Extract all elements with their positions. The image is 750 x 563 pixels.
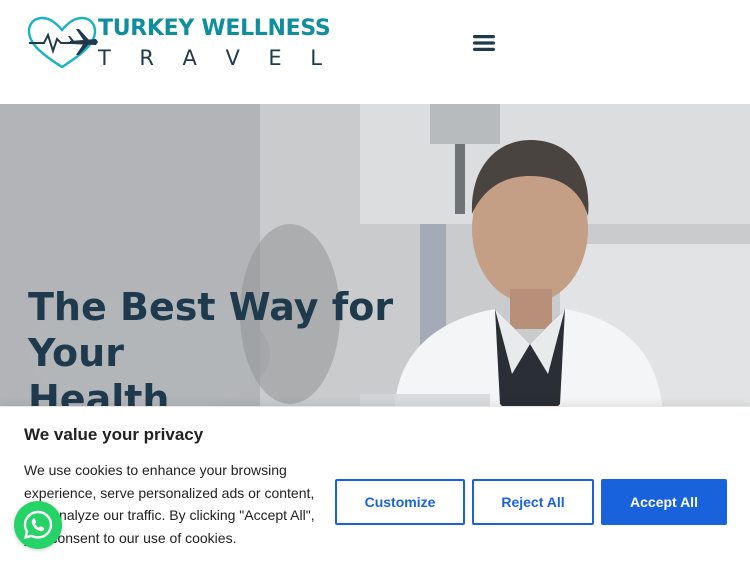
- heart-plane-logo-icon: [27, 16, 98, 69]
- logo-letter: V: [225, 46, 240, 70]
- whatsapp-chat-button[interactable]: [14, 501, 62, 549]
- logo-letter: E: [268, 46, 282, 70]
- menu-toggle-button[interactable]: [470, 30, 498, 56]
- cookie-consent-banner: We value your privacy We use cookies to …: [0, 406, 750, 563]
- accept-all-button[interactable]: Accept All: [601, 479, 727, 525]
- logo-letter: R: [139, 46, 154, 70]
- hamburger-menu-icon: [473, 35, 495, 51]
- reject-all-button[interactable]: Reject All: [472, 479, 594, 525]
- hero-title: The Best Way for Your Health: [28, 284, 468, 422]
- logo-letter: L: [310, 46, 322, 70]
- hero-title-line: The Best Way for Your: [28, 285, 394, 375]
- cookie-banner-title: We value your privacy: [24, 425, 204, 444]
- logo-subtitle: T R A V E L: [98, 46, 322, 70]
- customize-button[interactable]: Customize: [335, 479, 465, 525]
- site-logo[interactable]: TURKEY WELLNESS T R A V E L: [26, 14, 331, 72]
- logo-letter: T: [98, 46, 111, 70]
- whatsapp-icon: [23, 510, 53, 540]
- cookie-banner-text: We use cookies to enhance your browsing …: [24, 462, 315, 546]
- site-header: TURKEY WELLNESS T R A V E L: [0, 0, 750, 104]
- logo-letter: A: [182, 46, 197, 70]
- logo-wordmark: TURKEY WELLNESS: [98, 16, 331, 41]
